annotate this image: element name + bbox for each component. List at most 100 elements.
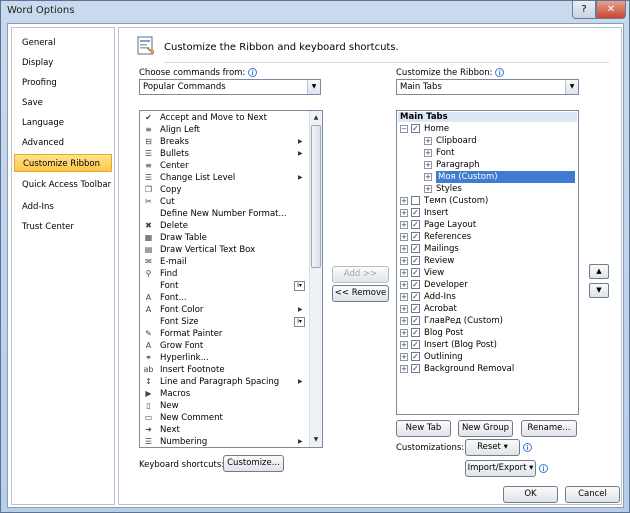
nav-item-customize-ribbon[interactable]: Customize Ribbon bbox=[14, 154, 112, 172]
nav-item-general[interactable]: General bbox=[14, 34, 112, 52]
tab-checkbox[interactable]: ✓ bbox=[411, 256, 420, 265]
command-item[interactable]: A Font Color ▶ bbox=[140, 304, 310, 316]
tab-checkbox[interactable] bbox=[411, 196, 420, 205]
reset-button[interactable]: Reset ▾ bbox=[465, 439, 520, 456]
remove-button[interactable]: << Remove bbox=[332, 285, 389, 302]
command-item[interactable]: ▦ Draw Table bbox=[140, 232, 310, 244]
info-icon[interactable]: i bbox=[539, 464, 548, 473]
tab-checkbox[interactable]: ✓ bbox=[411, 280, 420, 289]
ribbon-tabs-tree[interactable]: Main Tabs − ✓ Home + Clipboard + Font + Paragrap… bbox=[396, 110, 579, 415]
commands-list[interactable]: ☰ Numbering ▶ ➜ Next ▭ New Comment ▯ New ▶ Macros ↕… bbox=[139, 110, 323, 448]
tab-checkbox[interactable]: ✓ bbox=[411, 268, 420, 277]
command-item[interactable]: Define New Number Format... bbox=[140, 208, 310, 220]
tree-row[interactable]: + ✓ View bbox=[397, 267, 577, 279]
close-button[interactable]: ✕ bbox=[596, 1, 626, 19]
tab-checkbox[interactable]: ✓ bbox=[411, 244, 420, 253]
expand-icon[interactable]: + bbox=[400, 245, 408, 253]
add-button[interactable]: Add >> bbox=[332, 266, 389, 283]
import-export-button[interactable]: Import/Export ▾ bbox=[465, 460, 536, 477]
command-item[interactable]: ☰ Bullets ▶ bbox=[140, 148, 310, 160]
expand-icon[interactable]: + bbox=[400, 365, 408, 373]
command-item[interactable]: ✖ Delete bbox=[140, 220, 310, 232]
tree-row[interactable]: + ✓ Page Layout bbox=[397, 219, 577, 231]
customize-ribbon-dropdown[interactable]: Main Tabs ▼ bbox=[396, 79, 579, 95]
expand-icon[interactable]: + bbox=[424, 149, 432, 157]
nav-item-advanced[interactable]: Advanced bbox=[14, 134, 112, 152]
nav-item-quick-access-toolbar[interactable]: Quick Access Toolbar bbox=[14, 176, 112, 194]
help-button[interactable]: ? bbox=[572, 1, 596, 19]
command-item[interactable]: A Font... bbox=[140, 292, 310, 304]
command-item[interactable]: ↕ Line and Paragraph Spacing ▶ bbox=[140, 376, 310, 388]
new-tab-button[interactable]: New Tab bbox=[396, 420, 451, 437]
expand-icon[interactable]: + bbox=[400, 353, 408, 361]
commands-scrollbar[interactable]: ▲ ▼ bbox=[309, 111, 322, 447]
ok-button[interactable]: OK bbox=[503, 486, 558, 503]
info-icon[interactable]: i bbox=[248, 68, 257, 77]
tree-row[interactable]: + ✓ Mailings bbox=[397, 243, 577, 255]
expand-icon[interactable]: + bbox=[400, 269, 408, 277]
tree-row[interactable]: + Моя (Custom) bbox=[397, 171, 577, 183]
tree-row[interactable]: + ✓ Outlining bbox=[397, 351, 577, 363]
expand-icon[interactable]: + bbox=[400, 305, 408, 313]
expand-icon[interactable]: + bbox=[400, 329, 408, 337]
choose-commands-dropdown[interactable]: Popular Commands ▼ bbox=[139, 79, 321, 95]
info-icon[interactable]: i bbox=[495, 68, 505, 77]
tree-row[interactable]: + Paragraph bbox=[397, 159, 577, 171]
tree-row[interactable]: − ✓ Home bbox=[397, 123, 577, 135]
scroll-thumb[interactable] bbox=[311, 125, 321, 268]
tab-checkbox[interactable]: ✓ bbox=[411, 364, 420, 373]
tree-row[interactable]: + ✓ Review bbox=[397, 255, 577, 267]
move-up-button[interactable]: ▲ bbox=[589, 264, 609, 279]
nav-item-proofing[interactable]: Proofing bbox=[14, 74, 112, 92]
tab-checkbox[interactable]: ✓ bbox=[411, 340, 420, 349]
tab-checkbox[interactable]: ✓ bbox=[411, 316, 420, 325]
scroll-down-arrow-icon[interactable]: ▼ bbox=[310, 433, 322, 446]
command-item[interactable]: ab Insert Footnote bbox=[140, 364, 310, 376]
command-item[interactable]: Font Size I▾ bbox=[140, 316, 310, 328]
tree-row[interactable]: + ✓ Blog Post bbox=[397, 327, 577, 339]
expand-icon[interactable]: + bbox=[424, 137, 432, 145]
tree-row[interactable]: + Font bbox=[397, 147, 577, 159]
expand-icon[interactable]: + bbox=[400, 293, 408, 301]
nav-item-save[interactable]: Save bbox=[14, 94, 112, 112]
command-item[interactable]: ☰ Change List Level ▶ bbox=[140, 172, 310, 184]
tab-checkbox[interactable]: ✓ bbox=[411, 232, 420, 241]
command-item[interactable]: Font I▾ bbox=[140, 280, 310, 292]
expand-icon[interactable]: + bbox=[400, 209, 408, 217]
expand-icon[interactable]: + bbox=[424, 173, 432, 181]
command-item[interactable]: ≡ Align Left bbox=[140, 124, 310, 136]
command-item[interactable]: ⊟ Breaks ▶ bbox=[140, 136, 310, 148]
expand-icon[interactable]: + bbox=[424, 185, 432, 193]
tree-row[interactable]: + ✓ ГлавРед (Custom) bbox=[397, 315, 577, 327]
nav-item-add-ins[interactable]: Add-Ins bbox=[14, 198, 112, 216]
command-item[interactable]: ✔ Accept and Move to Next bbox=[140, 112, 310, 124]
command-item[interactable]: ▤ Draw Vertical Text Box bbox=[140, 244, 310, 256]
expand-icon[interactable]: + bbox=[400, 317, 408, 325]
tab-checkbox[interactable]: ✓ bbox=[411, 352, 420, 361]
tree-row[interactable]: + ✓ Insert bbox=[397, 207, 577, 219]
tree-row[interactable]: + Темп (Custom) bbox=[397, 195, 577, 207]
command-item[interactable]: A Grow Font bbox=[140, 340, 310, 352]
command-item[interactable]: ▶ Macros bbox=[140, 388, 310, 400]
expand-icon[interactable]: + bbox=[400, 197, 408, 205]
tab-checkbox[interactable]: ✓ bbox=[411, 304, 420, 313]
tree-row[interactable]: + ✓ Background Removal bbox=[397, 363, 577, 375]
command-item[interactable]: ✉ E-mail bbox=[140, 256, 310, 268]
new-group-button[interactable]: New Group bbox=[458, 420, 513, 437]
command-item[interactable]: ❐ Copy bbox=[140, 184, 310, 196]
expand-icon[interactable]: + bbox=[400, 281, 408, 289]
expand-icon[interactable]: + bbox=[424, 161, 432, 169]
customize-keyboard-button[interactable]: Customize... bbox=[223, 455, 284, 472]
command-item[interactable]: ➜ Next bbox=[140, 424, 310, 436]
tree-row[interactable]: + Styles bbox=[397, 183, 577, 195]
move-down-button[interactable]: ▼ bbox=[589, 283, 609, 298]
tree-row[interactable]: + ✓ Insert (Blog Post) bbox=[397, 339, 577, 351]
expand-icon[interactable]: + bbox=[400, 341, 408, 349]
command-item[interactable]: ▭ New Comment bbox=[140, 412, 310, 424]
scroll-up-arrow-icon[interactable]: ▲ bbox=[310, 111, 322, 124]
tree-row[interactable]: + Clipboard bbox=[397, 135, 577, 147]
command-item[interactable]: ▯ New bbox=[140, 400, 310, 412]
tab-checkbox[interactable]: ✓ bbox=[411, 208, 420, 217]
expand-icon[interactable]: + bbox=[400, 221, 408, 229]
command-item[interactable]: ⚭ Hyperlink... bbox=[140, 352, 310, 364]
